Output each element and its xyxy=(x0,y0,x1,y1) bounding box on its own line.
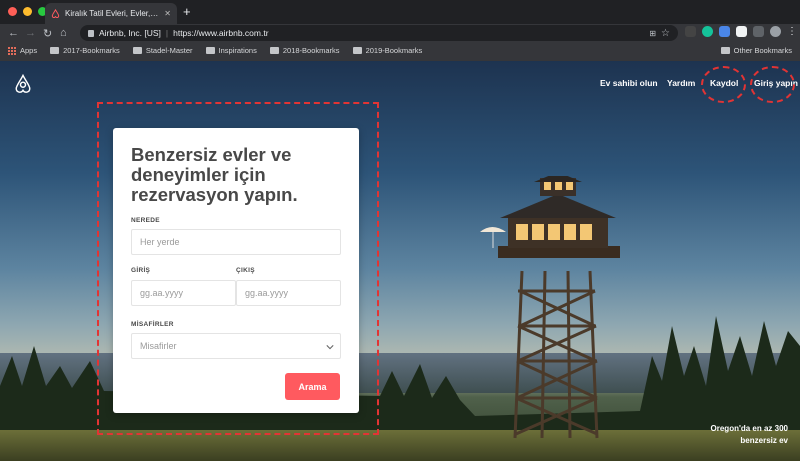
extension-notes-icon[interactable] xyxy=(736,26,747,37)
folder-icon xyxy=(205,47,215,54)
close-tab-icon[interactable]: ✕ xyxy=(164,9,171,18)
close-window-button[interactable] xyxy=(8,7,17,16)
checkout-placeholder: gg.aa.yyyy xyxy=(245,288,289,298)
tab-bar: Kiralık Tatil Evleri, Evler, Deneyim ✕ + xyxy=(0,0,800,24)
hero-caption: Oregon'da en az 300 benzersiz ev xyxy=(710,424,788,445)
folder-icon xyxy=(132,47,142,54)
checkin-placeholder: gg.aa.yyyy xyxy=(140,288,184,298)
where-input[interactable]: Her yerde xyxy=(131,229,341,255)
checkout-label: ÇIKIŞ xyxy=(236,267,255,274)
address-bar[interactable]: Airbnb, Inc. [US] | https://www.airbnb.c… xyxy=(80,25,678,41)
bookmark-label: Stadel-Master xyxy=(145,46,193,55)
bookmark-stadel-master[interactable]: Stadel-Master xyxy=(132,46,193,55)
fire-lookout-tower xyxy=(480,176,620,439)
airbnb-logo-icon[interactable] xyxy=(14,74,32,94)
grammarly-extension-icon[interactable] xyxy=(702,26,713,37)
checkin-input[interactable]: gg.aa.yyyy xyxy=(131,280,236,306)
tab-title: Kiralık Tatil Evleri, Evler, Deneyim xyxy=(65,9,159,18)
where-placeholder: Her yerde xyxy=(140,237,180,247)
translate-icon[interactable]: ⊞ xyxy=(649,29,656,38)
signup-highlight-circle xyxy=(701,66,746,103)
browser-menu-icon[interactable]: ⋮ xyxy=(787,26,797,37)
browser-tab-airbnb[interactable]: Kiralık Tatil Evleri, Evler, Deneyim ✕ xyxy=(45,3,177,24)
minimize-window-button[interactable] xyxy=(23,7,32,16)
bookmark-other[interactable]: Other Bookmarks xyxy=(720,42,792,59)
url-text: https://www.airbnb.com.tr xyxy=(173,28,269,38)
folder-icon xyxy=(352,47,362,54)
search-card: Benzersiz evler ve deneyimler için rezer… xyxy=(113,128,359,413)
home-icon[interactable]: ⌂ xyxy=(60,24,67,42)
bookmark-2017[interactable]: 2017-Bookmarks xyxy=(50,46,120,55)
chevron-down-icon xyxy=(326,345,334,350)
bookmark-label: Inspirations xyxy=(218,46,257,55)
guests-label: MİSAFİRLER xyxy=(131,321,174,328)
window-controls xyxy=(8,7,47,16)
browser-window-chrome: Kiralık Tatil Evleri, Evler, Deneyim ✕ +… xyxy=(0,0,800,61)
extension-dark-icon[interactable] xyxy=(685,26,696,37)
bookmark-inspirations[interactable]: Inspirations xyxy=(205,46,257,55)
extensions-area: ⋮ xyxy=(685,26,797,37)
where-label: NEREDE xyxy=(131,217,160,224)
address-separator: | xyxy=(165,28,169,38)
lock-icon xyxy=(88,29,94,37)
browser-toolbar: ← → ↻ ⌂ Airbnb, Inc. [US] | https://www.… xyxy=(0,24,800,42)
bookmark-label: Apps xyxy=(20,46,38,55)
bookmark-apps[interactable]: Apps xyxy=(8,46,37,55)
forward-arrow-icon[interactable]: → xyxy=(25,24,36,42)
reload-icon[interactable]: ↻ xyxy=(43,24,52,42)
guests-value: Misafirler xyxy=(140,341,177,351)
bookmark-label: 2018-Bookmarks xyxy=(282,46,340,55)
search-button[interactable]: Arama xyxy=(285,373,340,400)
bookmark-star-icon[interactable]: ☆ xyxy=(661,28,670,39)
bookmark-label: Other Bookmarks xyxy=(733,46,792,55)
apps-grid-icon xyxy=(8,46,16,55)
new-tab-button[interactable]: + xyxy=(183,5,191,19)
login-highlight-circle xyxy=(750,66,795,103)
checkin-label: GİRİŞ xyxy=(131,267,151,274)
bookmarks-bar: Apps 2017-Bookmarks Stadel-Master Inspir… xyxy=(0,42,800,59)
hero-section: Ev sahibi olun Yardım Kaydol Giriş yapın… xyxy=(0,61,800,461)
extension-blue-icon[interactable] xyxy=(719,26,730,37)
bookmark-label: 2017-Bookmarks xyxy=(63,46,120,55)
folder-icon xyxy=(720,47,730,54)
nav-become-host[interactable]: Ev sahibi olun xyxy=(600,78,658,88)
folder-icon xyxy=(50,47,60,54)
bookmark-2019[interactable]: 2019-Bookmarks xyxy=(352,46,423,55)
checkout-input[interactable]: gg.aa.yyyy xyxy=(236,280,341,306)
airbnb-favicon-icon xyxy=(51,9,60,18)
bookmark-2018[interactable]: 2018-Bookmarks xyxy=(269,46,340,55)
site-identity: Airbnb, Inc. [US] xyxy=(99,28,161,38)
extension-grey-icon[interactable] xyxy=(753,26,764,37)
back-arrow-icon[interactable]: ← xyxy=(8,24,19,42)
bookmark-label: 2019-Bookmarks xyxy=(365,46,423,55)
guests-select[interactable]: Misafirler xyxy=(131,333,341,359)
folder-icon xyxy=(269,47,279,54)
profile-avatar-icon[interactable] xyxy=(770,26,781,37)
nav-help[interactable]: Yardım xyxy=(667,78,695,88)
search-heading: Benzersiz evler ve deneyimler için rezer… xyxy=(131,144,298,205)
